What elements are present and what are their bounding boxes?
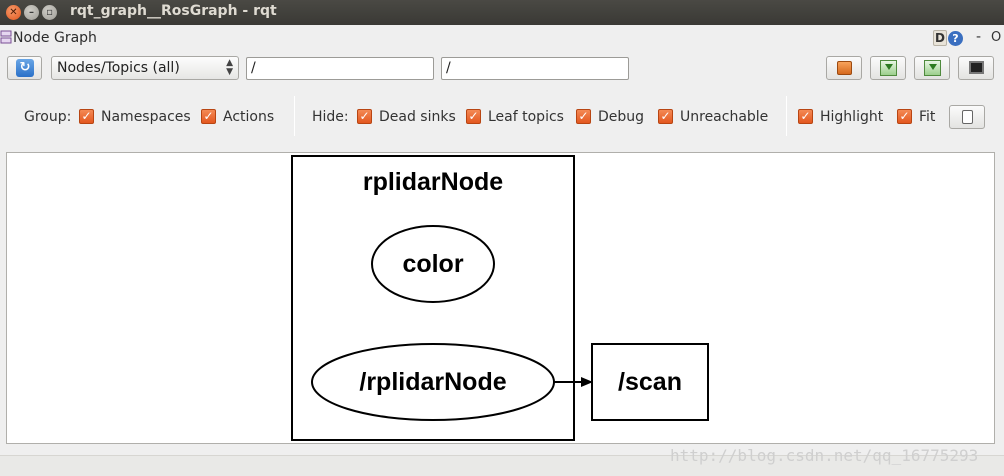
plugin-close-button[interactable]: O [991,30,1001,45]
updown-arrows-icon: ▲ ▼ [226,58,233,77]
folder-icon [837,61,852,75]
dead-sinks-checkbox[interactable]: ✓ [357,109,372,124]
separator [294,96,295,136]
hide-label: Hide: [312,109,349,125]
save-image-button[interactable] [958,56,994,80]
dead-sinks-label: Dead sinks [379,109,456,125]
watermark-text: http://blog.csdn.net/qq_16775293 [670,446,979,465]
save-icon [880,60,897,76]
window-titlebar: ✕ – ▫ rqt_graph__RosGraph - rqt [0,0,1004,25]
help-button[interactable]: ? [948,31,963,46]
unreachable-label: Unreachable [680,109,769,125]
leaf-topics-checkbox[interactable]: ✓ [466,109,481,124]
topic-scan-label: /scan [618,368,682,396]
actions-checkbox[interactable]: ✓ [201,109,216,124]
plugin-header: Node Graph D ? - O [0,28,1004,50]
namespaces-label: Namespaces [101,109,191,125]
dock-d-button[interactable]: D [933,30,947,46]
window-minimize-button[interactable]: – [24,5,39,20]
graph-canvas[interactable]: rplidarNode color /rplidarNode /scan [6,152,995,444]
fit-view-icon [962,110,973,124]
graph-type-combobox[interactable]: Nodes/Topics (all) ▲ ▼ [51,56,239,80]
namespace-cluster [291,155,575,441]
debug-checkbox[interactable]: ✓ [576,109,591,124]
namespaces-checkbox[interactable]: ✓ [79,109,94,124]
highlight-label: Highlight [820,109,884,125]
cluster-label: rplidarNode [363,168,503,196]
debug-label: Debug [598,109,645,125]
save-image-icon [924,60,941,76]
fit-checkbox[interactable]: ✓ [897,109,912,124]
unreachable-checkbox[interactable]: ✓ [658,109,673,124]
window-title: rqt_graph__RosGraph - rqt [70,3,277,19]
save-dot-button[interactable] [870,56,906,80]
group-label: Group: [24,109,72,125]
fit-label: Fit [919,109,936,125]
node-rplidar-label: /rplidarNode [359,368,506,396]
plugin-graph-icon [0,30,12,44]
graph-type-value: Nodes/Topics (all) [57,60,180,76]
save-svg-button[interactable] [914,56,950,80]
refresh-button[interactable]: ↻ [7,56,42,80]
refresh-icon: ↻ [16,59,34,77]
plugin-title: Node Graph [13,30,97,46]
node-filter-input[interactable]: / [246,57,434,80]
node-color-label: color [402,250,463,278]
window-maximize-button[interactable]: ▫ [42,5,57,20]
highlight-checkbox[interactable]: ✓ [798,109,813,124]
plugin-minimize-button[interactable]: - [976,29,981,45]
fit-in-view-button[interactable] [949,105,985,129]
leaf-topics-label: Leaf topics [488,109,564,125]
screenshot-icon [969,61,984,74]
topic-filter-input[interactable]: / [441,57,629,80]
graph-svg: rplidarNode color /rplidarNode /scan [291,155,709,441]
actions-label: Actions [223,109,275,125]
window-close-button[interactable]: ✕ [6,5,21,20]
separator [786,96,787,136]
load-dot-button[interactable] [826,56,862,80]
